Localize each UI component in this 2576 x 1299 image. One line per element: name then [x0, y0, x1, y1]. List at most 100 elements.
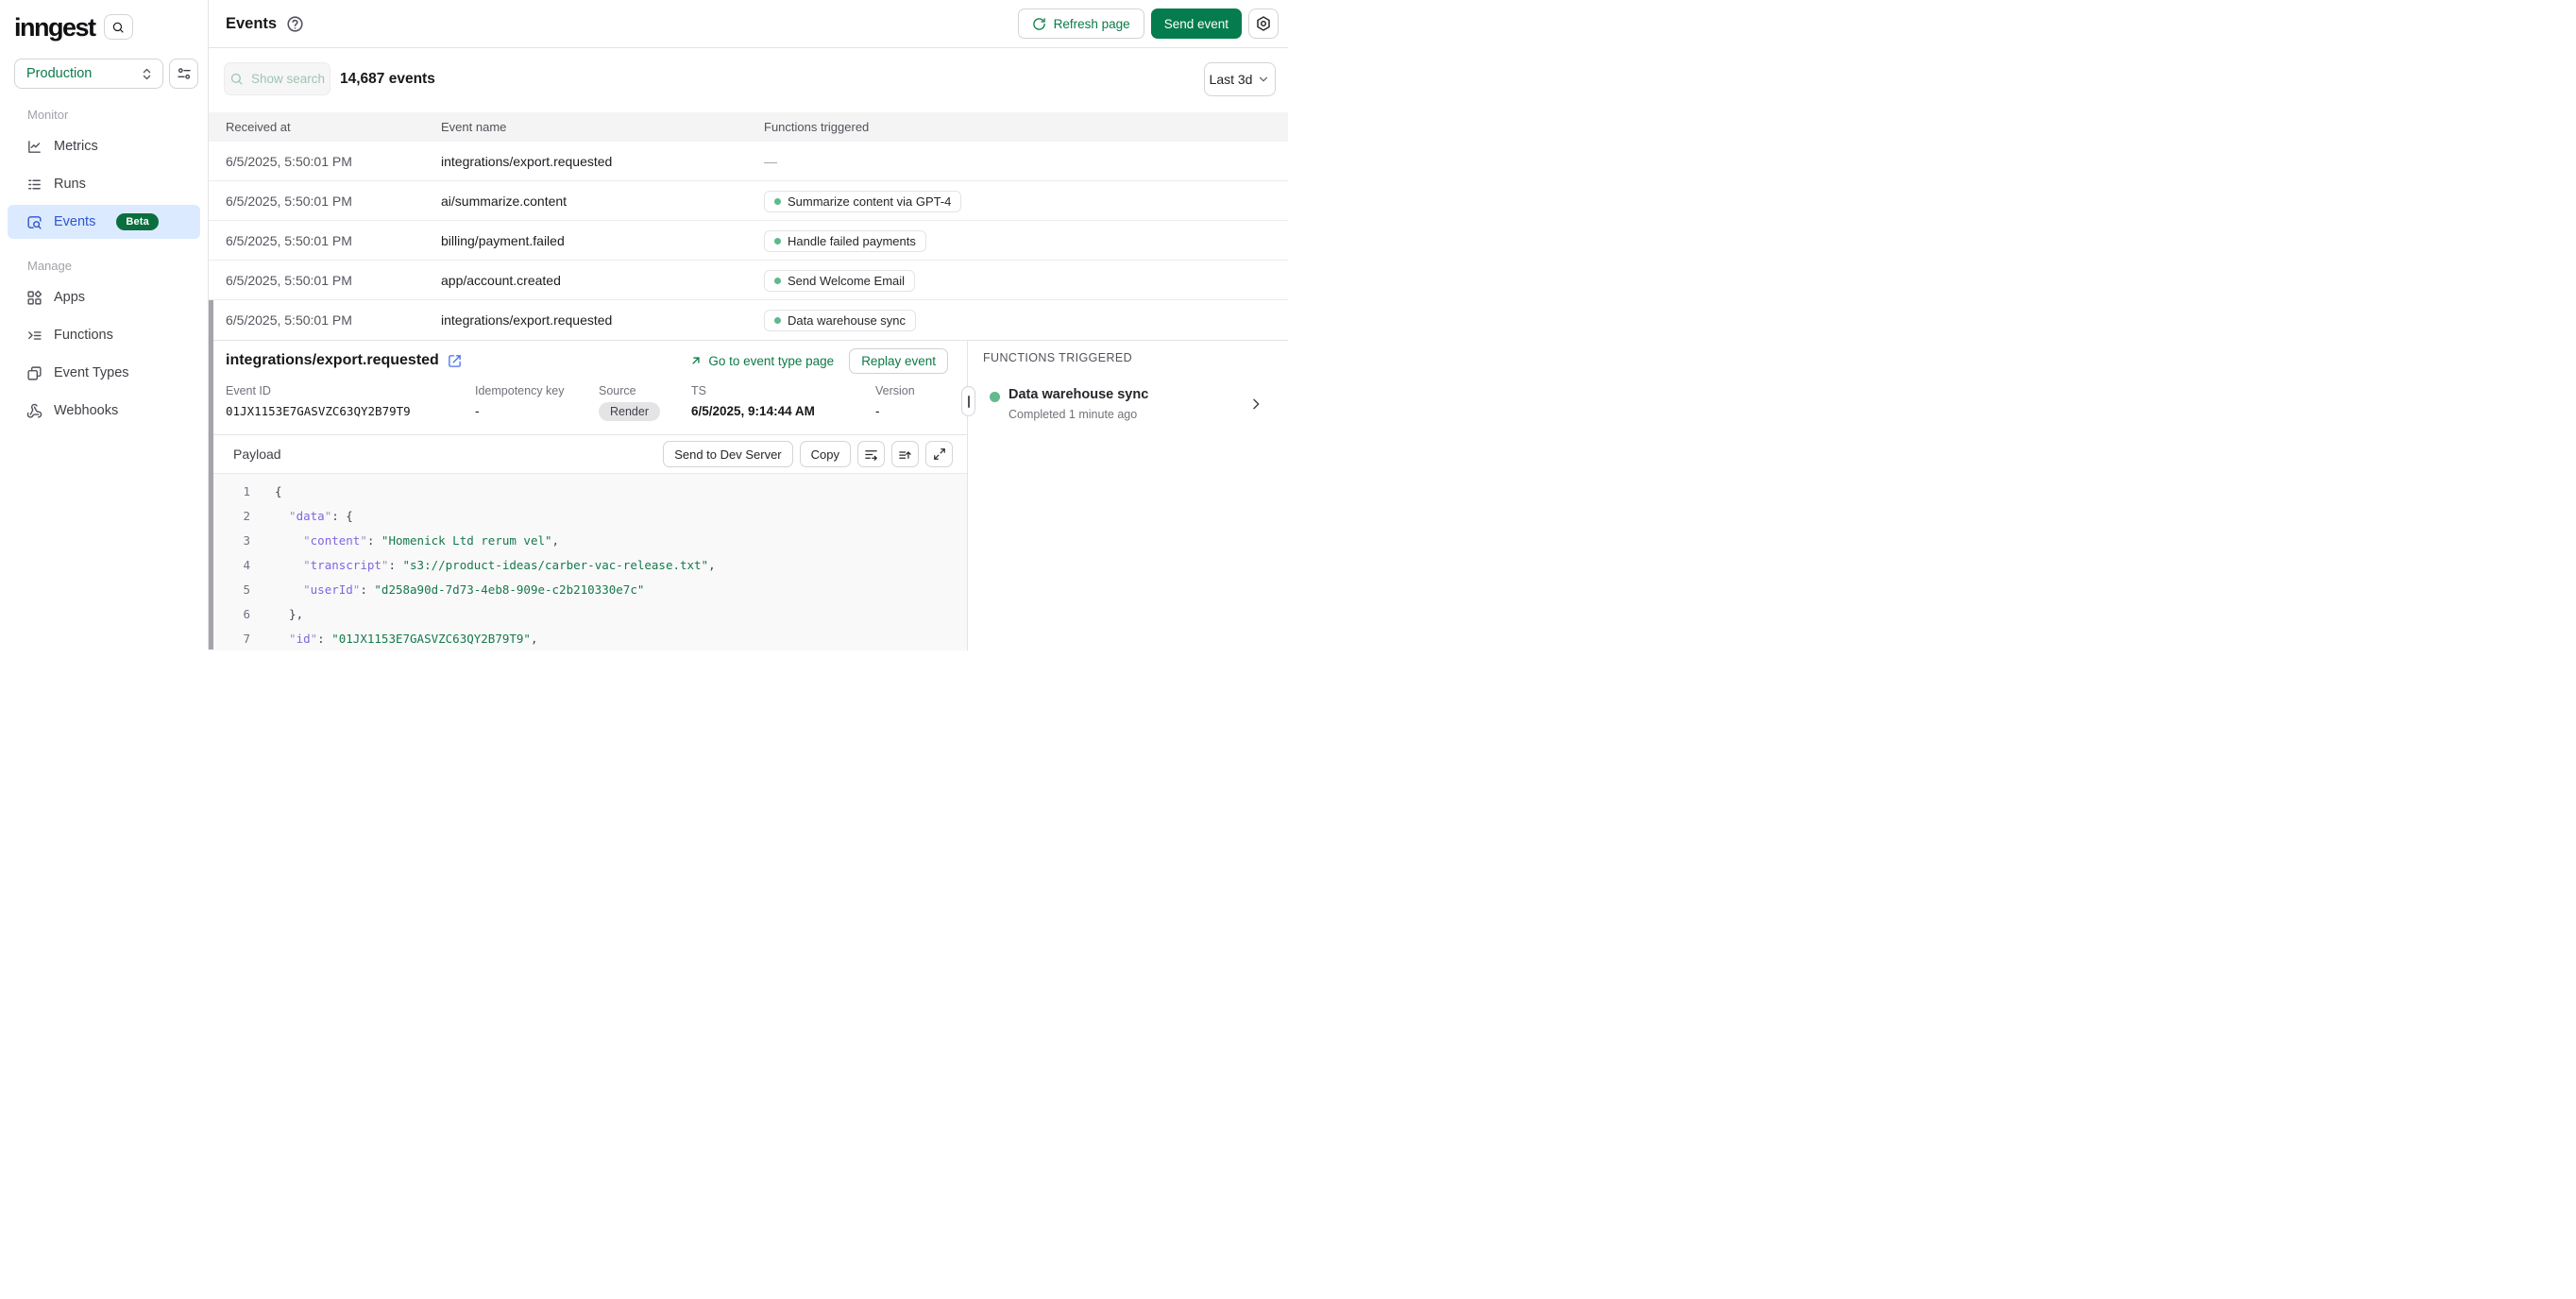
sidebar-item-label: Webhooks	[54, 403, 118, 418]
event-table-row[interactable]: 6/5/2025, 5:50:01 PM billing/payment.fai…	[209, 221, 1288, 261]
functions-triggered-title: FUNCTIONS TRIGGERED	[983, 351, 1132, 364]
sidebar-item-metrics[interactable]: Metrics	[8, 129, 200, 163]
inngest-logo: inngest	[14, 13, 95, 41]
line-number: 4	[209, 553, 250, 578]
line-content: "data": {	[275, 504, 353, 529]
sidebar-item-apps[interactable]: Apps	[8, 280, 200, 314]
payload-header: Payload Send to Dev Server Copy	[209, 434, 967, 473]
sidebar-item-functions[interactable]: Functions	[8, 318, 200, 352]
events-count: 14,687 events	[340, 71, 435, 88]
function-triggered-badge[interactable]: Summarize content via GPT-4	[764, 191, 961, 212]
time-range-dropdown[interactable]: Last 3d	[1204, 62, 1276, 96]
event-received-at: 6/5/2025, 5:50:01 PM	[226, 221, 352, 261]
help-icon[interactable]	[286, 15, 304, 33]
status-dot	[990, 392, 1000, 402]
code-line: 2 "data": {	[209, 504, 967, 529]
function-triggered-badge[interactable]: Send Welcome Email	[764, 270, 915, 292]
event-table-row[interactable]: 6/5/2025, 5:50:01 PM integrations/export…	[209, 300, 1288, 340]
column-header-event-name: Event name	[441, 112, 506, 142]
payload-code-viewer[interactable]: 1 { 2 "data": { 3 "content": "Homenick L…	[209, 473, 967, 650]
panel-resize-handle[interactable]	[961, 386, 975, 416]
event-name: integrations/export.requested	[441, 300, 612, 340]
event-name: integrations/export.requested	[441, 142, 612, 181]
event-received-at: 6/5/2025, 5:50:01 PM	[226, 142, 352, 181]
function-triggered-badge[interactable]: Data warehouse sync	[764, 310, 916, 331]
event-types-copy-icon	[26, 365, 42, 381]
environment-selector[interactable]: Production	[14, 59, 163, 89]
idempotency-key-label: Idempotency key	[475, 384, 565, 397]
chevron-right-icon[interactable]	[1248, 396, 1263, 412]
function-status: Completed 1 minute ago	[1008, 408, 1137, 421]
sidebar-item-webhooks[interactable]: Webhooks	[8, 394, 200, 428]
event-table-row[interactable]: 6/5/2025, 5:50:01 PM ai/summarize.conten…	[209, 181, 1288, 221]
column-header-received-at: Received at	[226, 112, 291, 142]
copy-button[interactable]: Copy	[800, 441, 851, 467]
search-icon	[229, 72, 244, 86]
events-table-body: 6/5/2025, 5:50:01 PM integrations/export…	[209, 142, 1288, 340]
main-area: Events Refresh page Send event Show sear…	[209, 0, 1288, 650]
function-run-item[interactable]: Data warehouse sync Completed 1 minute a…	[969, 382, 1288, 431]
line-content: "userId": "d258a90d-7d73-4eb8-909e-c2b21…	[275, 578, 644, 602]
event-meta: Event ID 01JX1153E7GASVZC63QY2B79T9 Idem…	[209, 384, 967, 431]
page-title: Events	[226, 15, 277, 33]
function-triggered-label: Send Welcome Email	[788, 274, 905, 288]
environment-settings-button[interactable]	[169, 59, 198, 89]
code-line: 1 {	[209, 480, 967, 504]
source-badge: Render	[599, 402, 660, 421]
chevron-down-icon	[1257, 73, 1270, 86]
expand-payload-button[interactable]	[925, 441, 953, 467]
sidebar-item-events[interactable]: Events Beta	[8, 205, 200, 239]
sidebar: inngest Production Monitor Metrics Runs	[0, 0, 209, 650]
scroll-to-top-button[interactable]	[891, 441, 919, 467]
global-search-button[interactable]	[104, 14, 133, 40]
line-content: "content": "Homenick Ltd rerum vel",	[275, 529, 559, 553]
sidebar-item-label: Functions	[54, 328, 113, 343]
replay-event-button[interactable]: Replay event	[849, 348, 948, 374]
event-table-row[interactable]: 6/5/2025, 5:50:01 PM app/account.created…	[209, 261, 1288, 300]
arrow-up-right-icon	[689, 354, 703, 367]
page-header: Events Refresh page Send event	[209, 0, 1288, 48]
send-event-button[interactable]: Send event	[1151, 8, 1242, 39]
line-content: "transcript": "s3://product-ideas/carber…	[275, 553, 716, 578]
version-value: -	[875, 404, 915, 418]
version-label: Version	[875, 384, 915, 397]
line-number: 5	[209, 578, 250, 602]
status-dot	[774, 278, 781, 284]
sidebar-item-label: Runs	[54, 177, 86, 192]
function-triggered-badge[interactable]: Handle failed payments	[764, 230, 926, 252]
go-to-event-type-link[interactable]: Go to event type page	[689, 354, 834, 368]
sidebar-item-label: Metrics	[54, 139, 98, 154]
settings-button[interactable]	[1248, 8, 1279, 39]
idempotency-key-value: -	[475, 404, 565, 418]
source-label: Source	[599, 384, 660, 397]
no-functions-marker: —	[764, 154, 777, 169]
sidebar-item-runs[interactable]: Runs	[8, 167, 200, 201]
function-triggered-label: Summarize content via GPT-4	[788, 194, 951, 209]
sidebar-item-label: Events	[54, 214, 95, 229]
line-number: 7	[209, 627, 250, 650]
refresh-page-button[interactable]: Refresh page	[1018, 8, 1144, 39]
vertical-scrollbar[interactable]	[209, 300, 213, 650]
code-line: 6 },	[209, 602, 967, 627]
code-line: 5 "userId": "d258a90d-7d73-4eb8-909e-c2b…	[209, 578, 967, 602]
webhook-icon	[26, 403, 42, 419]
lines-up-arrow-icon	[898, 447, 912, 462]
word-wrap-button[interactable]	[857, 441, 885, 467]
code-lines: 1 { 2 "data": { 3 "content": "Homenick L…	[209, 480, 967, 650]
apps-grid-icon	[26, 290, 42, 306]
sidebar-nav: Monitor Metrics Runs Events Beta Manage …	[0, 106, 208, 431]
environment-name: Production	[26, 66, 92, 81]
column-header-functions-triggered: Functions triggered	[764, 112, 869, 142]
line-content: },	[275, 602, 303, 627]
status-dot	[774, 317, 781, 324]
sidebar-item-event-types[interactable]: Event Types	[8, 356, 200, 390]
ts-value: 6/5/2025, 9:14:44 AM	[691, 404, 815, 418]
external-link-icon[interactable]	[448, 354, 462, 368]
send-to-dev-server-button[interactable]: Send to Dev Server	[663, 441, 792, 467]
event-table-row[interactable]: 6/5/2025, 5:50:01 PM integrations/export…	[209, 142, 1288, 181]
payload-title: Payload	[233, 447, 281, 462]
line-number: 3	[209, 529, 250, 553]
event-name: ai/summarize.content	[441, 181, 567, 221]
show-search-button[interactable]: Show search	[224, 62, 330, 95]
event-detail-title: integrations/export.requested	[226, 352, 439, 369]
